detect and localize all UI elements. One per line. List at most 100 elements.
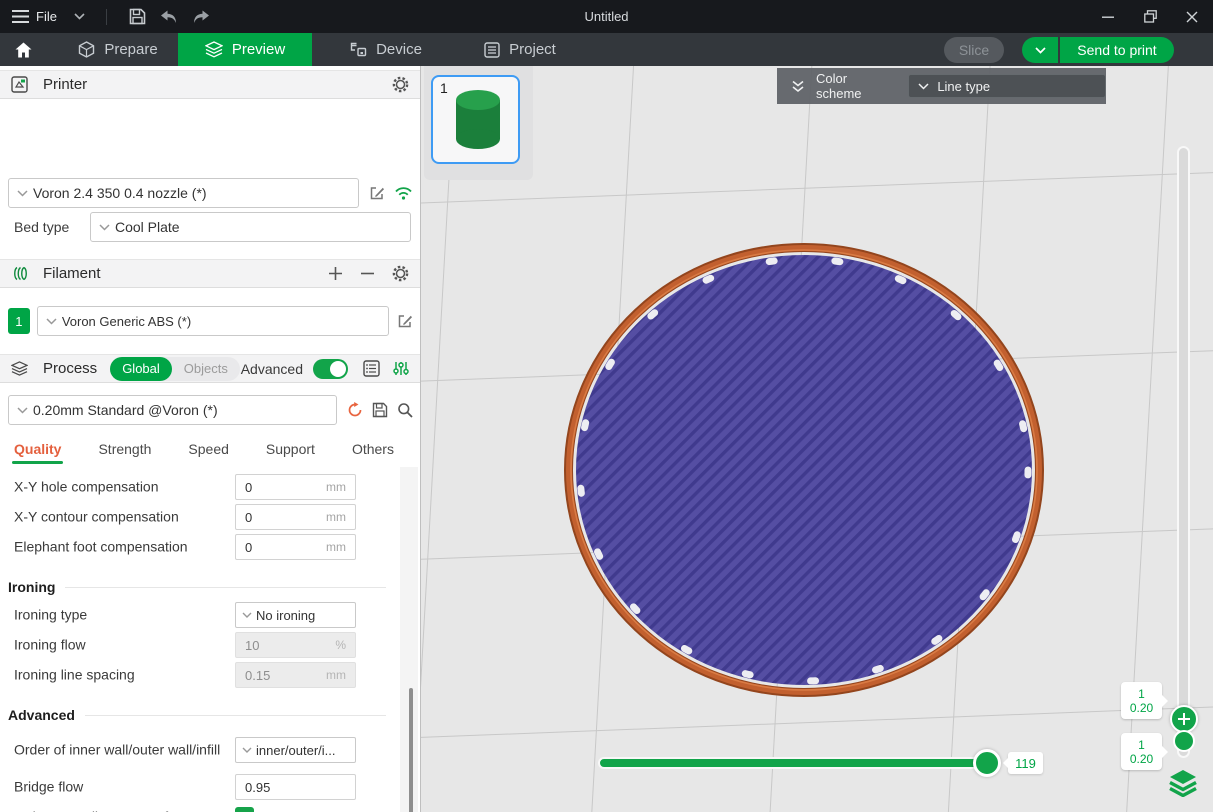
param-value: 0.15 — [245, 668, 270, 683]
tab-quality[interactable]: Quality — [14, 441, 61, 457]
filament-header-label: Filament — [43, 265, 101, 282]
printer-preset-select[interactable]: Voron 2.4 350 0.4 nozzle (*) — [8, 178, 359, 208]
send-options-dropdown[interactable] — [1022, 37, 1058, 63]
layer-slider-upper-handle[interactable] — [1170, 705, 1198, 733]
layers-stack-icon[interactable] — [1168, 769, 1198, 802]
line-type-value: Line type — [937, 79, 990, 94]
tab-speed[interactable]: Speed — [188, 441, 228, 457]
bridge-flow-input[interactable]: 0.95 — [235, 774, 356, 800]
redo-icon[interactable] — [188, 0, 214, 33]
slice-button[interactable]: Slice — [944, 37, 1004, 63]
remove-filament-icon[interactable] — [360, 266, 375, 281]
legend-collapse-icon[interactable] — [791, 80, 805, 93]
sliced-layer-top-view[interactable] — [569, 248, 1040, 693]
slice-button-label: Slice — [959, 42, 989, 58]
parameter-list: X-Y hole compensation 0 mm X-Y contour c… — [0, 472, 400, 812]
xy-hole-compensation-input[interactable]: 0 mm — [235, 474, 356, 500]
move-slider-handle[interactable] — [973, 749, 1001, 777]
save-preset-icon[interactable] — [372, 402, 388, 418]
tab-support[interactable]: Support — [266, 441, 315, 457]
tab-prepare[interactable]: Prepare — [58, 33, 178, 66]
filament-slot-badge[interactable]: 1 — [8, 308, 30, 334]
printer-settings-gear-icon[interactable] — [392, 76, 409, 93]
layer-lower-badge: 1 0.20 — [1121, 733, 1162, 770]
search-preset-icon[interactable] — [397, 402, 413, 418]
param-row: Ironing line spacing 0.15 mm — [0, 660, 400, 690]
elephant-foot-compensation-input[interactable]: 0 mm — [235, 534, 356, 560]
move-slider-track[interactable] — [598, 757, 991, 769]
param-label: Order of inner wall/outer wall/infill — [14, 742, 229, 759]
chevron-down-icon[interactable] — [68, 0, 90, 33]
layer-slider-lower-handle[interactable] — [1173, 730, 1195, 752]
printer-preset-value: Voron 2.4 350 0.4 nozzle (*) — [33, 185, 207, 201]
maximize-button[interactable] — [1129, 0, 1171, 33]
ironing-type-select[interactable]: No ironing — [235, 602, 356, 628]
wifi-icon[interactable] — [394, 186, 413, 200]
ironing-section-header: Ironing — [0, 574, 400, 600]
save-icon[interactable] — [124, 0, 150, 33]
param-row: Bridge flow 0.95 — [0, 772, 400, 802]
printer-edit-icon[interactable] — [369, 185, 385, 201]
send-to-print-button[interactable]: Send to print — [1060, 37, 1174, 63]
tab-preview[interactable]: Preview — [178, 33, 312, 66]
tab-strength[interactable]: Strength — [98, 441, 151, 457]
title-bar: File Untitled — [0, 0, 1213, 33]
process-preset-select[interactable]: 0.20mm Standard @Voron (*) — [8, 395, 337, 425]
legend-bar: Color scheme Line type — [777, 68, 1106, 104]
parameter-list-icon[interactable] — [363, 360, 380, 377]
home-icon — [15, 42, 32, 58]
layer-height: 0.20 — [1130, 752, 1153, 766]
line-type-select[interactable]: Line type — [908, 74, 1106, 98]
undo-icon[interactable] — [156, 0, 182, 33]
bed-type-label: Bed type — [14, 219, 90, 235]
param-value: 0 — [245, 480, 252, 495]
close-button[interactable] — [1171, 0, 1213, 33]
xy-contour-compensation-input[interactable]: 0 mm — [235, 504, 356, 530]
hamburger-menu-icon[interactable] — [8, 0, 32, 33]
param-row: Elephant foot compensation 0 mm — [0, 532, 400, 562]
preview-layers-icon — [205, 41, 223, 58]
param-label: Only one wall on top surfaces — [14, 809, 229, 812]
process-scope-toggle: Global Objects — [110, 357, 240, 381]
param-value: 10 — [245, 638, 259, 653]
filament-spool-icon — [11, 265, 28, 282]
tune-params-icon[interactable] — [393, 360, 409, 377]
one-wall-top-checkbox[interactable] — [235, 807, 254, 812]
model-cylinder-icon — [455, 90, 501, 150]
param-label: Ironing flow — [14, 637, 229, 654]
process-section-header: Process Global Objects Advanced — [0, 354, 420, 383]
filament-edit-icon[interactable] — [397, 313, 413, 329]
plate-thumbnail[interactable]: 1 — [431, 75, 520, 164]
process-tab-bar: Quality Strength Speed Support Others — [14, 441, 394, 457]
filament-settings-gear-icon[interactable] — [392, 265, 409, 282]
infill-region — [576, 255, 1032, 685]
file-menu[interactable]: File — [30, 0, 57, 33]
section-title: Ironing — [8, 579, 55, 595]
scope-objects-button[interactable]: Objects — [172, 357, 240, 381]
layer-slider-track[interactable] — [1177, 146, 1190, 758]
scope-global-button[interactable]: Global — [110, 357, 172, 381]
tab-device[interactable]: Device — [326, 33, 446, 66]
param-value: 0 — [245, 510, 252, 525]
advanced-toggle[interactable] — [313, 359, 348, 379]
filament-preset-value: Voron Generic ABS (*) — [62, 314, 191, 329]
layer-height: 0.20 — [1130, 701, 1153, 715]
tab-project[interactable]: Project — [462, 33, 578, 66]
reset-preset-icon[interactable] — [347, 402, 363, 418]
add-filament-icon[interactable] — [328, 266, 343, 281]
app-window: File Untitled Prepare — [0, 0, 1213, 812]
filament-preset-select[interactable]: Voron Generic ABS (*) — [37, 306, 389, 336]
tab-others[interactable]: Others — [352, 441, 394, 457]
color-scheme-label: Color scheme — [816, 71, 894, 101]
minimize-button[interactable] — [1087, 0, 1129, 33]
process-preset-value: 0.20mm Standard @Voron (*) — [33, 402, 218, 418]
process-header-label: Process — [43, 360, 97, 377]
wall-order-select[interactable]: inner/outer/i... — [235, 737, 356, 763]
home-button[interactable] — [0, 33, 46, 66]
param-unit: % — [335, 638, 346, 652]
preview-viewport[interactable]: 1 Color scheme Line type 1 0.20 1 — [421, 66, 1213, 812]
param-unit: mm — [326, 510, 346, 524]
sidebar-scrollbar-thumb[interactable] — [409, 688, 413, 812]
bed-type-select[interactable]: Cool Plate — [90, 212, 411, 242]
param-label: X-Y hole compensation — [14, 479, 229, 496]
